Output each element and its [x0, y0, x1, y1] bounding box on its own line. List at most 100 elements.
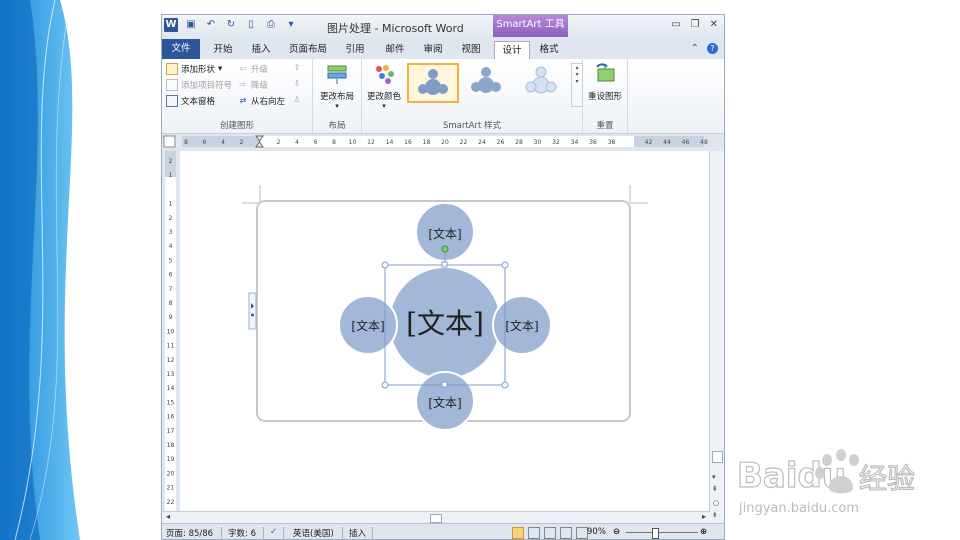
- group-smartart-styles: 更改颜色 ▾ ▴ ▾ ▾ SmartArt 样式: [362, 59, 583, 133]
- tab-page-layout[interactable]: 页面布局: [286, 41, 330, 59]
- demote-button[interactable]: ⇨ 降级: [238, 79, 268, 91]
- scroll-right-icon[interactable]: ▸: [702, 512, 706, 521]
- scroll-thumb[interactable]: [712, 451, 723, 463]
- style-preview-light-icon: [525, 66, 557, 94]
- ruler-number: 20: [441, 139, 449, 146]
- tab-mailings[interactable]: 邮件: [378, 41, 412, 59]
- add-shape-button[interactable]: 添加形状 ▾: [166, 63, 222, 75]
- document-canvas[interactable]: [文本] [文本] [文本] [文本] [文本]: [180, 151, 710, 511]
- redo-icon[interactable]: ↻: [224, 18, 238, 32]
- ribbon-tabs: 文件 开始 插入 页面布局 引用 邮件 审阅 视图 设计 格式 ⌃ ?: [162, 39, 724, 60]
- style-option-1[interactable]: [407, 63, 459, 103]
- smartart-center-text[interactable]: [文本]: [406, 307, 484, 340]
- ruler-number: 11: [167, 343, 175, 350]
- full-screen-reading-icon[interactable]: [528, 527, 540, 539]
- help-icon[interactable]: ?: [707, 43, 718, 54]
- print-layout-view-icon[interactable]: [512, 527, 524, 539]
- right-to-left-button[interactable]: ⇄ 从右向左: [238, 95, 285, 107]
- ruler-number: 48: [700, 139, 708, 146]
- ruler-number: 3: [169, 229, 173, 236]
- tab-insert[interactable]: 插入: [244, 41, 278, 59]
- smartart-right-text[interactable]: [文本]: [505, 318, 538, 333]
- outline-view-icon[interactable]: [560, 527, 572, 539]
- baidu-url-text: jingyan.baidu.com: [738, 501, 859, 516]
- horizontal-ruler[interactable]: 8 6 4 2 2 4 6 8 10 12 14 16 18 20 22 24 26 28 30 32 34 36 38 42…: [162, 134, 724, 149]
- group-layout: 更改布局 ▾ 布局: [313, 59, 362, 133]
- word-logo-icon[interactable]: W: [164, 18, 178, 32]
- language-indicator[interactable]: 英语(美国): [293, 527, 334, 539]
- vertical-ruler[interactable]: 2 1 1 2 3 4 5 6 7 8 9 10 11 12 13 14 15 16 17 18 19 20 21 22: [162, 151, 179, 511]
- style-option-2[interactable]: [462, 63, 514, 103]
- undo-icon[interactable]: ↶: [204, 18, 218, 32]
- tab-references[interactable]: 引用: [338, 41, 372, 59]
- baidu-logo-icon: Baidu 经验 jingyan.baidu.com: [736, 449, 916, 516]
- change-layout-button[interactable]: 更改布局 ▾: [317, 63, 357, 110]
- ruler-number: 18: [423, 139, 431, 146]
- vertical-scrollbar[interactable]: ▾ ⇞ ○ ⇟: [709, 151, 724, 523]
- minimize-icon[interactable]: ▭: [671, 19, 680, 30]
- smartart-top-text[interactable]: [文本]: [428, 226, 461, 241]
- smartart-tools-context-label: SmartArt 工具: [493, 15, 568, 37]
- page-count[interactable]: 页面: 85/86: [166, 527, 213, 539]
- change-colors-button[interactable]: 更改颜色 ▾: [364, 63, 404, 110]
- group-create-graphic: 添加形状 ▾ 添加项目符号 文本窗格 ⇦ 升级 ⇨ 降级 ⇄ 从右向左 ⇧ ⇩ …: [162, 59, 313, 133]
- proofing-icon[interactable]: ✓: [270, 527, 277, 537]
- text-pane-button[interactable]: 文本窗格: [166, 95, 215, 107]
- tab-view[interactable]: 视图: [454, 41, 488, 59]
- tab-design[interactable]: 设计: [494, 41, 530, 60]
- status-bar: 页面: 85/86 字数: 6 ✓ 英语(美国) 插入 90% ⊖ ⊕: [162, 523, 724, 539]
- customize-toolbar-icon[interactable]: ▾: [284, 18, 298, 32]
- promote-button[interactable]: ⇦ 升级: [238, 63, 268, 75]
- ruler-number: 6: [203, 139, 207, 146]
- gallery-scroll[interactable]: ▴ ▾ ▾: [571, 63, 583, 107]
- window-controls: ▭ ❐ ✕: [671, 19, 718, 30]
- previous-page-icon[interactable]: ⇞: [712, 485, 718, 493]
- ruler-number: 4: [169, 243, 173, 250]
- layout-menu-button[interactable]: ♙: [292, 95, 302, 105]
- smartart-left-text[interactable]: [文本]: [351, 318, 384, 333]
- close-icon[interactable]: ✕: [710, 19, 718, 30]
- zoom-level[interactable]: 90%: [587, 527, 606, 537]
- ruler-number: 21: [167, 485, 175, 492]
- style-option-3[interactable]: [517, 63, 569, 103]
- zoom-slider-thumb[interactable]: [652, 528, 659, 539]
- move-up-button[interactable]: ⇧: [292, 63, 302, 73]
- insert-mode[interactable]: 插入: [349, 527, 366, 539]
- ruler-number: 14: [386, 139, 394, 146]
- ruler-number: 2: [169, 158, 173, 165]
- smartart-bottom-text[interactable]: [文本]: [428, 395, 461, 410]
- tab-home[interactable]: 开始: [206, 41, 240, 59]
- print-icon[interactable]: ⎙: [264, 18, 278, 32]
- next-page-icon[interactable]: ⇟: [712, 511, 718, 519]
- ruler-number: 2: [169, 215, 173, 222]
- reset-graphic-icon: [596, 63, 615, 82]
- restore-icon[interactable]: ❐: [691, 19, 700, 30]
- reset-graphic-button[interactable]: 重设图形: [585, 63, 625, 102]
- select-browse-object-icon[interactable]: ○: [713, 499, 719, 507]
- style-preview-flat-icon: [418, 69, 448, 95]
- ruler-number: 10: [167, 328, 175, 335]
- hscroll-thumb[interactable]: [430, 514, 442, 523]
- scroll-left-icon[interactable]: ◂: [166, 512, 170, 521]
- text-pane-icon: [166, 95, 178, 107]
- ruler-number: 7: [169, 286, 173, 293]
- zoom-in-icon[interactable]: ⊕: [700, 527, 707, 537]
- scroll-down-arrow-icon[interactable]: ▾: [712, 473, 716, 481]
- move-down-button[interactable]: ⇩: [292, 79, 302, 89]
- vertical-ruler-graphic: 2112345678910111213141516171819202122: [165, 151, 176, 511]
- word-count[interactable]: 字数: 6: [228, 527, 256, 539]
- web-layout-icon[interactable]: [544, 527, 556, 539]
- add-bullet-button[interactable]: 添加项目符号: [166, 79, 232, 91]
- save-icon[interactable]: ▣: [184, 18, 198, 32]
- zoom-out-icon[interactable]: ⊖: [613, 527, 620, 537]
- zoom-slider-track[interactable]: [626, 532, 698, 533]
- tab-format[interactable]: 格式: [532, 41, 566, 59]
- window-title: 图片处理 - Microsoft Word: [327, 22, 464, 35]
- ruler-number: 28: [515, 139, 523, 146]
- demote-icon: ⇨: [239, 80, 247, 89]
- tab-review[interactable]: 审阅: [416, 41, 450, 59]
- new-document-icon[interactable]: ▯: [244, 18, 258, 32]
- tab-file[interactable]: 文件: [162, 39, 200, 59]
- minimize-ribbon-icon[interactable]: ⌃: [691, 43, 699, 54]
- ruler-number: 32: [552, 139, 560, 146]
